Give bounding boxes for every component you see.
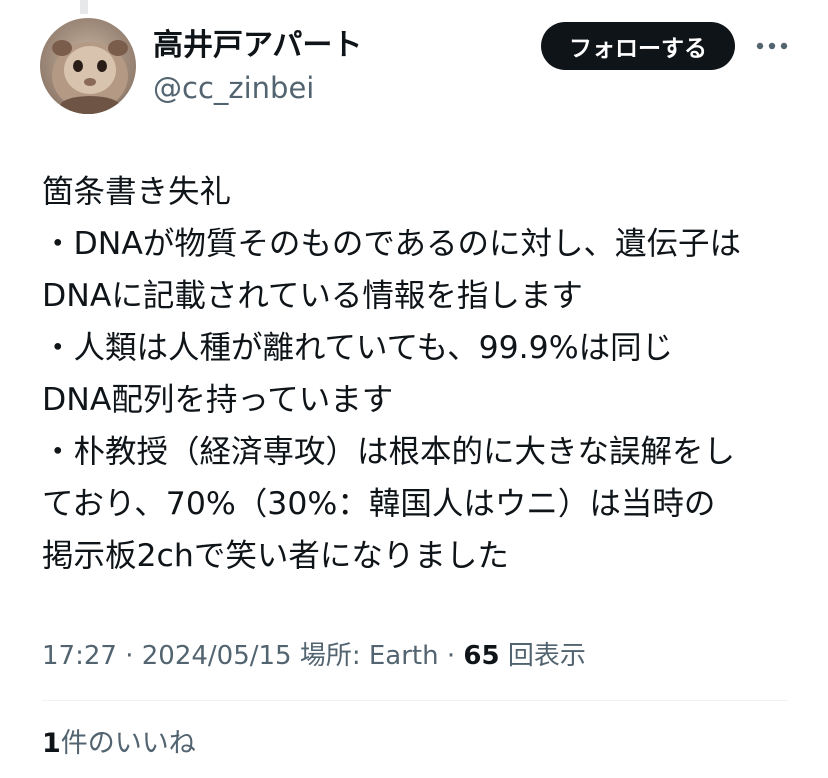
views-label: 回表示	[507, 641, 586, 671]
author-display-name[interactable]: 高井戸アパート	[153, 26, 362, 66]
likes-link[interactable]: 1件のいいね	[42, 722, 196, 766]
tweet-time[interactable]: 17:27	[42, 641, 117, 671]
likes-label: 件のいいね	[60, 728, 196, 759]
likes-count: 1	[42, 728, 61, 759]
meta-spacer	[500, 641, 508, 671]
author-avatar[interactable]	[40, 18, 136, 114]
tweet-line: ・朴教授（経済専攻）は根本的に大きな誤解をし	[42, 434, 736, 470]
meta-separator: ·	[116, 641, 142, 671]
tweet-line: ・DNAが物質そのものであるのに対し、遺伝子は	[42, 226, 742, 262]
previous-tweet-thread-line	[80, 0, 88, 14]
tweet-line: DNAに記載されている情報を指します	[42, 278, 583, 314]
more-options-button[interactable]	[752, 30, 792, 62]
tweet-line: ・人類は人種が離れていても、99.9%は同じ	[42, 330, 674, 366]
tweet-date[interactable]: 2024/05/15	[142, 641, 292, 671]
author-handle[interactable]: @cc_zinbei	[153, 68, 362, 108]
meta-separator: ·	[438, 641, 464, 671]
views-count: 65	[463, 641, 500, 671]
tweet-line: DNA配列を持っています	[42, 382, 394, 418]
author-info: 高井戸アパート @cc_zinbei	[153, 26, 362, 108]
tweet-line: ており、70%（30%：韓国人はウニ）は当時の	[42, 486, 716, 522]
divider	[42, 700, 788, 701]
follow-button[interactable]: フォローする	[541, 22, 735, 70]
meta-spacer	[292, 641, 300, 671]
more-dots-icon	[756, 42, 788, 50]
tweet-text: 箇条書き失礼 ・DNAが物質そのものであるのに対し、遺伝子は DNAに記載されて…	[42, 166, 802, 582]
tweet-line: 箇条書き失礼	[42, 174, 232, 210]
tweet-line: 掲示板2chで笑い者になりました	[42, 538, 509, 574]
guinea-pig-avatar-icon	[40, 18, 136, 114]
tweet-location: 場所: Earth	[299, 641, 439, 671]
tweet-meta: 17:27 · 2024/05/15 場所: Earth · 65 回表示	[42, 634, 586, 678]
